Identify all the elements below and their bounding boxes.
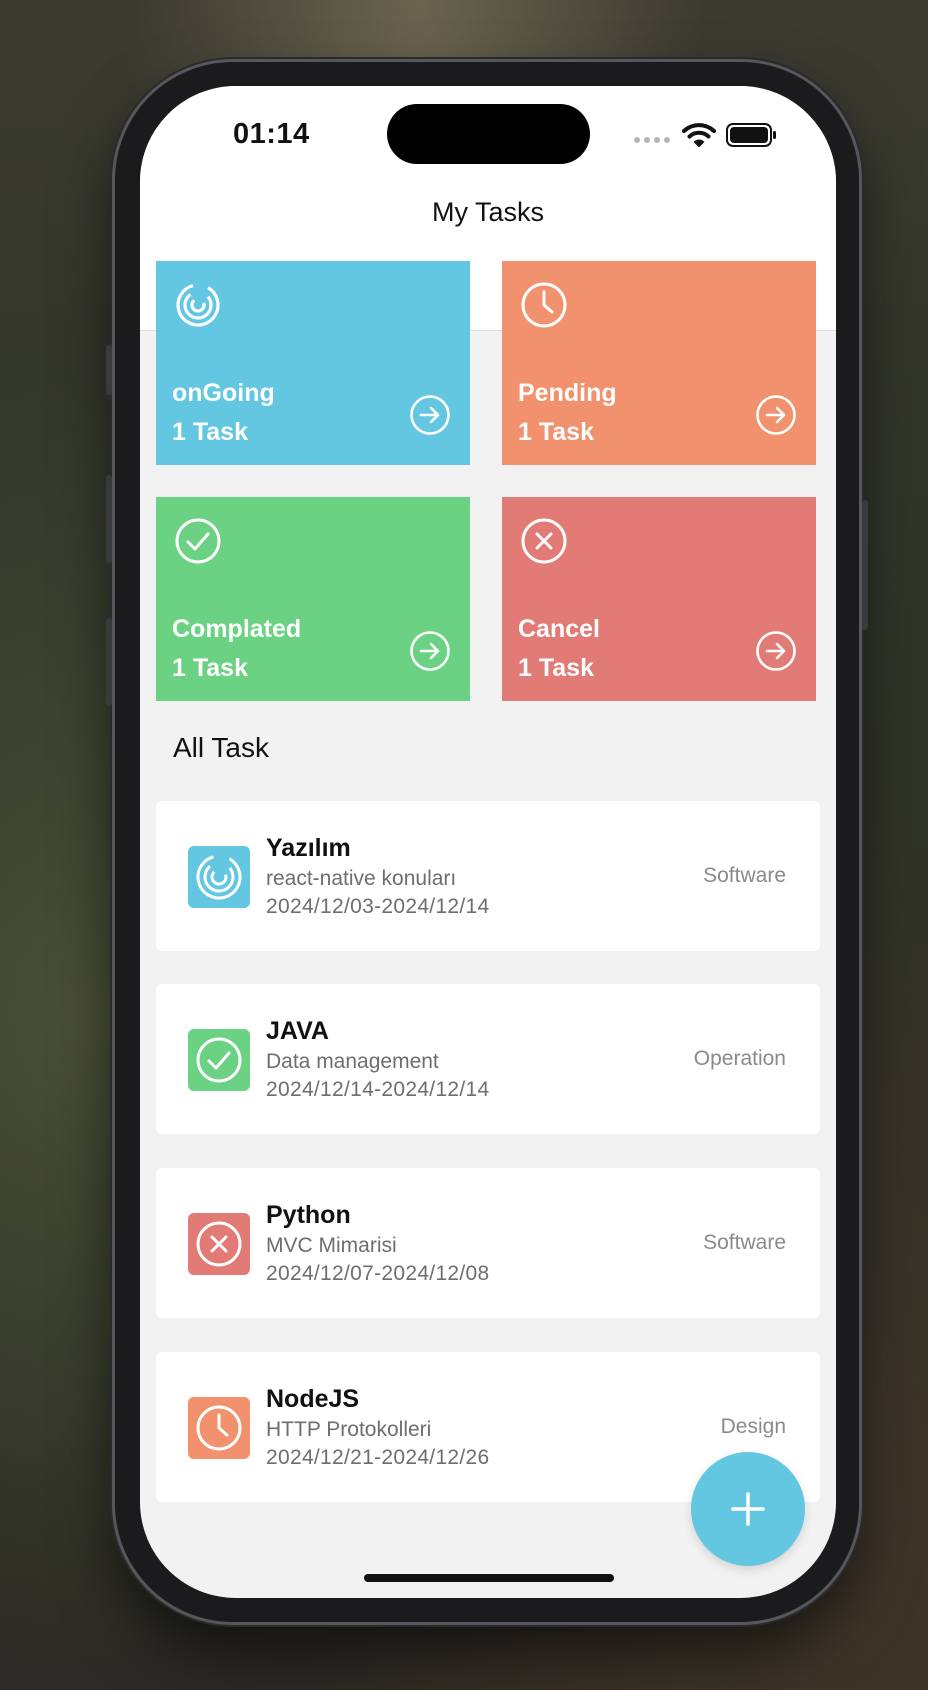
- task-category: Software: [703, 864, 786, 887]
- action-button: [106, 345, 112, 395]
- arrow-right-circle-icon[interactable]: [755, 630, 797, 672]
- task-description: react-native konuları: [266, 867, 457, 890]
- task-description: Data management: [266, 1050, 439, 1073]
- task-title: Python: [266, 1201, 351, 1229]
- check-circle-icon: [175, 518, 221, 564]
- task-status-badge: [188, 1029, 250, 1091]
- task-dates: 2024/12/21-2024/12/26: [266, 1446, 490, 1469]
- task-dates: 2024/12/07-2024/12/08: [266, 1262, 490, 1285]
- clock-icon: [521, 282, 567, 328]
- tile-cancel[interactable]: Cancel 1 Task: [502, 497, 816, 701]
- task-status-badge: [188, 1397, 250, 1459]
- battery-icon: [726, 123, 776, 147]
- task-dates: 2024/12/03-2024/12/14: [266, 895, 490, 918]
- spinner-icon: [196, 854, 242, 900]
- task-status-badge: [188, 1213, 250, 1275]
- clock-icon: [196, 1405, 242, 1451]
- task-dates: 2024/12/14-2024/12/14: [266, 1078, 490, 1101]
- volume-down-button: [106, 618, 112, 706]
- tile-label: Pending: [518, 379, 617, 407]
- task-category: Software: [703, 1231, 786, 1254]
- tile-count: 1 Task: [518, 654, 594, 682]
- wifi-icon: [682, 123, 716, 147]
- home-indicator[interactable]: [364, 1574, 614, 1582]
- tile-completed[interactable]: Complated 1 Task: [156, 497, 470, 701]
- all-task-heading: All Task: [173, 732, 269, 763]
- task-category: Design: [720, 1415, 786, 1438]
- task-title: Yazılım: [266, 834, 351, 862]
- arrow-right-circle-icon[interactable]: [409, 394, 451, 436]
- task-category: Operation: [693, 1047, 786, 1070]
- tile-pending[interactable]: Pending 1 Task: [502, 261, 816, 465]
- power-button: [862, 500, 868, 630]
- task-description: HTTP Protokolleri: [266, 1418, 432, 1441]
- plus-icon: [731, 1492, 765, 1526]
- page-title: My Tasks: [431, 197, 545, 227]
- tile-count: 1 Task: [172, 418, 248, 446]
- dynamic-island: [387, 104, 590, 164]
- tile-count: 1 Task: [172, 654, 248, 682]
- task-card[interactable]: Yazılım react-native konuları 2024/12/03…: [156, 801, 820, 951]
- task-description: MVC Mimarisi: [266, 1234, 397, 1257]
- arrow-right-circle-icon[interactable]: [409, 630, 451, 672]
- x-circle-icon: [521, 518, 567, 564]
- check-circle-icon: [196, 1037, 242, 1083]
- tile-count: 1 Task: [518, 418, 594, 446]
- status-time: 01:14: [233, 118, 310, 150]
- status-bar: 01:14: [140, 86, 836, 182]
- tile-label: Cancel: [518, 615, 600, 643]
- add-task-button[interactable]: [691, 1452, 805, 1566]
- spinner-icon: [176, 283, 220, 327]
- tile-label: Complated: [172, 615, 302, 643]
- task-title: NodeJS: [266, 1385, 360, 1413]
- tile-ongoing[interactable]: onGoing 1 Task: [156, 261, 470, 465]
- arrow-right-circle-icon[interactable]: [755, 394, 797, 436]
- task-card[interactable]: JAVA Data management 2024/12/14-2024/12/…: [156, 984, 820, 1134]
- task-card[interactable]: Python MVC Mimarisi 2024/12/07-2024/12/0…: [156, 1168, 820, 1318]
- task-title: JAVA: [266, 1017, 329, 1045]
- cellular-signal-icon: [634, 137, 672, 143]
- task-status-badge: [188, 846, 250, 908]
- x-circle-icon: [196, 1221, 242, 1267]
- tile-label: onGoing: [172, 379, 275, 407]
- volume-up-button: [106, 475, 112, 563]
- app-screen: 01:14 My Tasks onGoing 1 Task Pending 1 …: [140, 86, 836, 1598]
